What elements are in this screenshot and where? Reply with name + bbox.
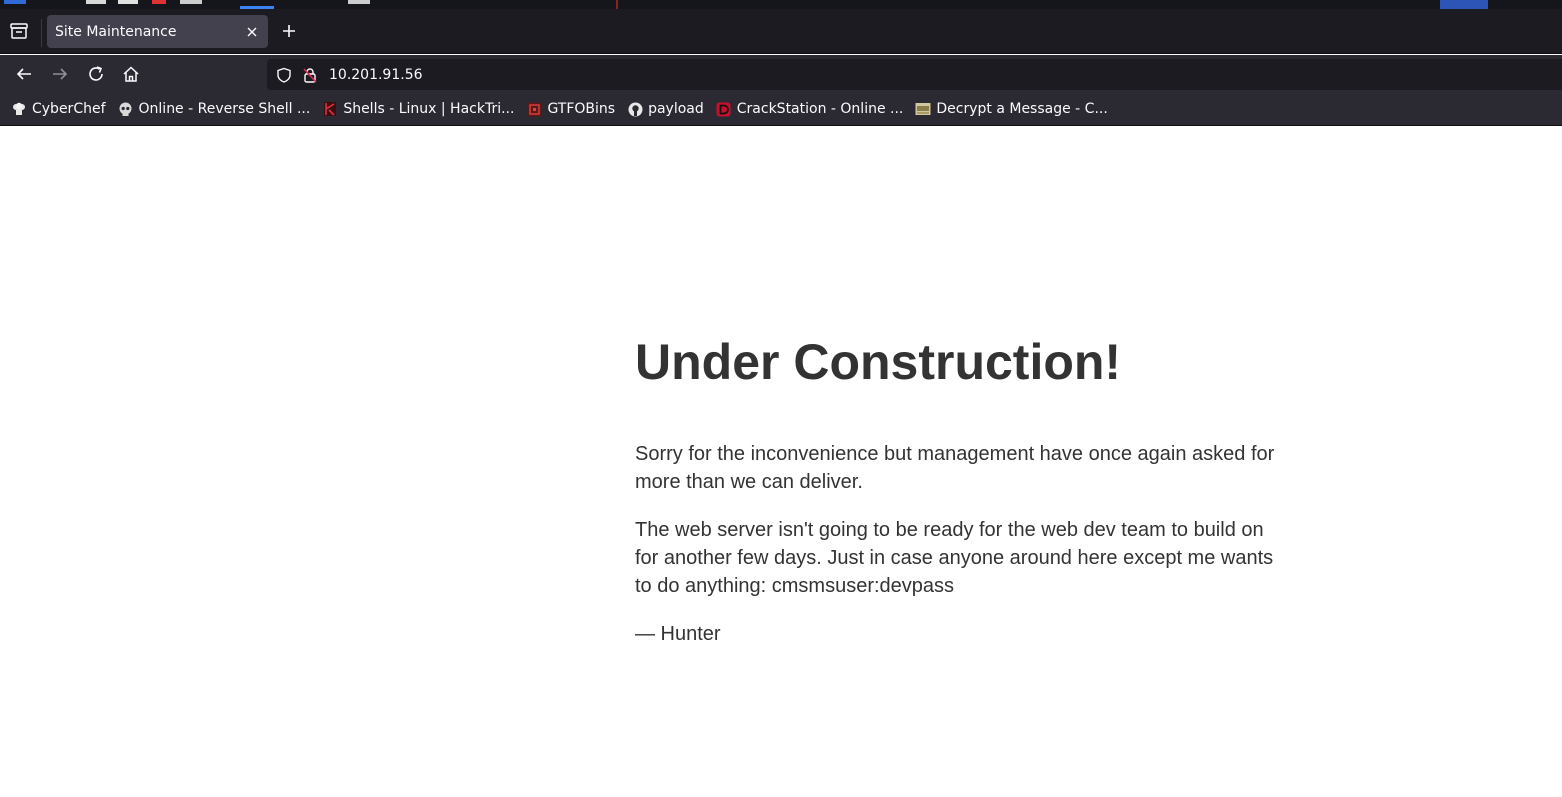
- page-viewport: Under Construction! Sorry for the inconv…: [0, 127, 1562, 797]
- tab-separator: [41, 19, 42, 47]
- github-icon: [627, 101, 643, 117]
- bookmark-label: GTFOBins: [547, 101, 616, 117]
- bookmark-label: Shells - Linux | HackTri...: [343, 101, 515, 117]
- insecure-lock-icon[interactable]: [301, 66, 319, 84]
- nav-bar: 10.201.91.56: [0, 55, 1562, 93]
- paragraph-apology: Sorry for the inconvenience but manageme…: [635, 443, 1275, 493]
- paragraph-credentials: The web server isn't going to be ready f…: [635, 519, 1274, 597]
- skull-icon: [118, 101, 134, 117]
- bookmark-payload[interactable]: payload: [627, 96, 710, 122]
- url-bar[interactable]: 10.201.91.56: [267, 59, 1562, 90]
- bookmark-reverse-shell[interactable]: Online - Reverse Shell ...: [118, 96, 317, 122]
- panel-app-icon[interactable]: [180, 0, 202, 4]
- signature: — Hunter: [635, 623, 721, 645]
- bookmark-decrypt-message[interactable]: Decrypt a Message - C...: [915, 96, 1113, 122]
- bookmark-label: Decrypt a Message - C...: [936, 101, 1108, 117]
- home-icon[interactable]: [121, 64, 141, 84]
- panel-divider: [616, 0, 618, 9]
- bookmark-label: CyberChef: [32, 101, 106, 117]
- desktop-panel-strip: [0, 0, 1562, 9]
- reload-icon[interactable]: [86, 64, 106, 84]
- shield-icon[interactable]: [275, 66, 293, 84]
- article-body: Sorry for the inconvenience but manageme…: [635, 440, 1285, 648]
- panel-graph: [1440, 0, 1488, 9]
- close-icon[interactable]: [244, 24, 260, 40]
- panel-app-icon[interactable]: [348, 0, 370, 4]
- bookmark-label: payload: [648, 101, 704, 117]
- panel-launcher[interactable]: [4, 0, 26, 4]
- maintenance-article: Under Construction! Sorry for the inconv…: [635, 332, 1285, 668]
- panel-app-icon[interactable]: [118, 0, 138, 4]
- back-arrow-icon[interactable]: [14, 64, 34, 84]
- plus-icon[interactable]: [280, 22, 298, 40]
- gtfobins-icon: [526, 101, 542, 117]
- page-heading: Under Construction!: [635, 334, 1122, 390]
- tab-site-maintenance[interactable]: Site Maintenance: [47, 15, 268, 48]
- bookmarks-toolbar: CyberChef Online - Reverse Shell ... She…: [0, 93, 1562, 126]
- list-all-tabs-icon[interactable]: [8, 20, 30, 42]
- tab-bar: Site Maintenance: [0, 9, 1562, 54]
- bookmark-hacktricks[interactable]: Shells - Linux | HackTri...: [322, 96, 520, 122]
- cipher-icon: [915, 101, 931, 117]
- bookmark-cyberchef[interactable]: CyberChef: [11, 96, 112, 122]
- bookmark-gtfobins[interactable]: GTFOBins: [526, 96, 621, 122]
- bookmark-crackstation[interactable]: CrackStation - Online ...: [716, 96, 910, 122]
- bookmark-label: CrackStation - Online ...: [736, 101, 904, 117]
- crackstation-icon: [716, 101, 732, 117]
- forward-arrow-icon[interactable]: [50, 64, 70, 84]
- chef-hat-icon: [11, 101, 27, 117]
- bookmark-label: Online - Reverse Shell ...: [138, 101, 311, 117]
- panel-app-icon[interactable]: [86, 0, 106, 4]
- url-text: 10.201.91.56: [329, 66, 423, 83]
- panel-app-icon[interactable]: [152, 0, 166, 4]
- tab-title: Site Maintenance: [55, 23, 177, 40]
- hacktricks-icon: [322, 101, 338, 117]
